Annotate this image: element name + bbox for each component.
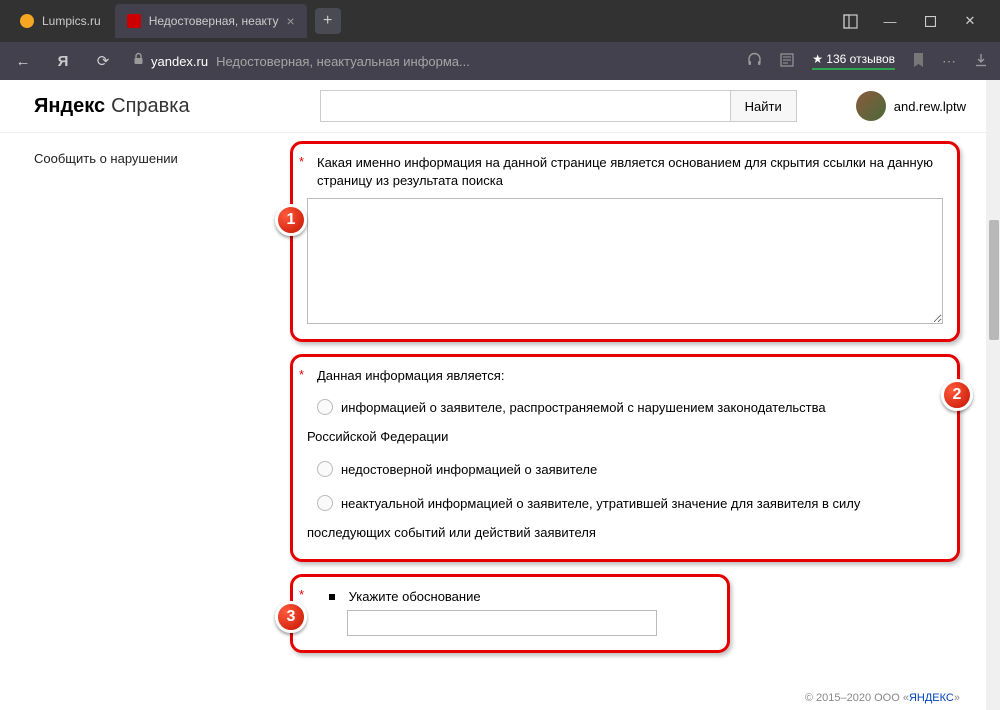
- radio-option-1-label-cont: Российской Федерации: [307, 425, 943, 448]
- tab-label: Недостоверная, неакту: [149, 14, 279, 28]
- question-3-box: 3 * Укажите обоснование: [290, 574, 730, 653]
- scrollbar-thumb[interactable]: [989, 220, 999, 340]
- annotation-badge-3: 3: [275, 601, 307, 633]
- reader-mode-icon[interactable]: [780, 53, 794, 70]
- yandex-home-icon[interactable]: Я: [52, 53, 74, 70]
- radio-option-3-label: неактуальной информацией о заявителе, ут…: [341, 492, 860, 515]
- tab-yandex-help[interactable]: Недостоверная, неакту ×: [115, 4, 307, 38]
- scrollbar-track[interactable]: [986, 80, 1000, 710]
- window-controls: — ✕: [840, 11, 992, 31]
- logo-spravka[interactable]: Справка: [111, 95, 189, 118]
- question-1-box: 1 * Какая именно информация на данной ст…: [290, 141, 960, 342]
- required-star-icon: *: [299, 367, 304, 382]
- question-3-label: Укажите обоснование: [349, 589, 481, 604]
- question-1-textarea[interactable]: [307, 198, 943, 324]
- browser-tab-strip: Lumpics.ru Недостоверная, неакту × + — ✕: [0, 0, 1000, 42]
- sidebar-toggle-icon[interactable]: [840, 11, 860, 31]
- username: and.rew.lptw: [894, 99, 966, 114]
- footer-copyright: © 2015–2020 ООО «ЯНДЕКС»: [805, 692, 960, 704]
- question-3-input[interactable]: [347, 610, 657, 636]
- question-3-row: Укажите обоснование: [329, 589, 713, 604]
- bullet-icon: [329, 594, 335, 600]
- new-tab-button[interactable]: +: [315, 8, 341, 34]
- main-form: 1 * Какая именно информация на данной ст…: [290, 133, 1000, 709]
- tab-lumpics[interactable]: Lumpics.ru: [8, 4, 113, 38]
- minimize-button[interactable]: —: [880, 11, 900, 31]
- close-window-button[interactable]: ✕: [960, 11, 980, 31]
- avatar: [856, 91, 886, 121]
- maximize-button[interactable]: [920, 11, 940, 31]
- radio-icon: [317, 461, 333, 477]
- reviews-badge[interactable]: ★ 136 отзывов: [812, 52, 895, 70]
- search-form: Найти: [320, 90, 797, 122]
- annotation-badge-2: 2: [941, 379, 973, 411]
- question-2-label: Данная информация является:: [317, 367, 943, 385]
- radio-icon: [317, 495, 333, 511]
- reload-button[interactable]: ⟳: [92, 52, 114, 70]
- close-tab-icon[interactable]: ×: [287, 13, 295, 29]
- sidebar-item-report[interactable]: Сообщить о нарушении: [34, 151, 290, 166]
- user-block[interactable]: and.rew.lptw: [856, 91, 966, 121]
- downloads-icon[interactable]: [974, 53, 988, 70]
- question-1-label: Какая именно информация на данной страни…: [317, 154, 943, 190]
- annotation-badge-1: 1: [275, 204, 307, 236]
- favicon-yandex-icon: [127, 14, 141, 28]
- logo-yandex[interactable]: Яндекс: [34, 95, 105, 118]
- radio-option-1-label: информацией о заявителе, распространяемо…: [341, 396, 826, 419]
- footer-yandex-link[interactable]: ЯНДЕКС: [909, 692, 954, 704]
- radio-option-2[interactable]: недостоверной информацией о заявителе: [317, 458, 943, 481]
- radio-icon: [317, 399, 333, 415]
- radio-option-3[interactable]: неактуальной информацией о заявителе, ут…: [317, 492, 943, 515]
- back-button[interactable]: ←: [12, 53, 34, 70]
- search-input[interactable]: [320, 90, 730, 122]
- favicon-lumpics-icon: [20, 14, 34, 28]
- search-button[interactable]: Найти: [730, 90, 797, 122]
- headphones-icon[interactable]: [747, 52, 762, 70]
- tab-label: Lumpics.ru: [42, 14, 101, 28]
- question-2-box: 2 * Данная информация является: информац…: [290, 354, 960, 561]
- required-star-icon: *: [299, 587, 304, 602]
- url-host[interactable]: yandex.ru: [151, 54, 208, 69]
- url-title: Недостоверная, неактуальная информа...: [216, 54, 470, 69]
- lock-icon: [132, 52, 145, 70]
- address-bar: ← Я ⟳ yandex.ru Недостоверная, неактуаль…: [0, 42, 1000, 80]
- menu-icon[interactable]: ⋯: [942, 53, 956, 70]
- radio-option-2-label: недостоверной информацией о заявителе: [341, 458, 597, 481]
- radio-option-3-label-cont: последующих событий или действий заявите…: [307, 521, 943, 544]
- page-content: Яндекс Справка Найти and.rew.lptw Сообщи…: [0, 80, 1000, 710]
- sidebar: Сообщить о нарушении: [0, 133, 290, 709]
- required-star-icon: *: [299, 154, 304, 169]
- page-header: Яндекс Справка Найти and.rew.lptw: [0, 80, 1000, 133]
- bookmark-icon[interactable]: [913, 53, 924, 70]
- radio-option-1[interactable]: информацией о заявителе, распространяемо…: [317, 396, 943, 419]
